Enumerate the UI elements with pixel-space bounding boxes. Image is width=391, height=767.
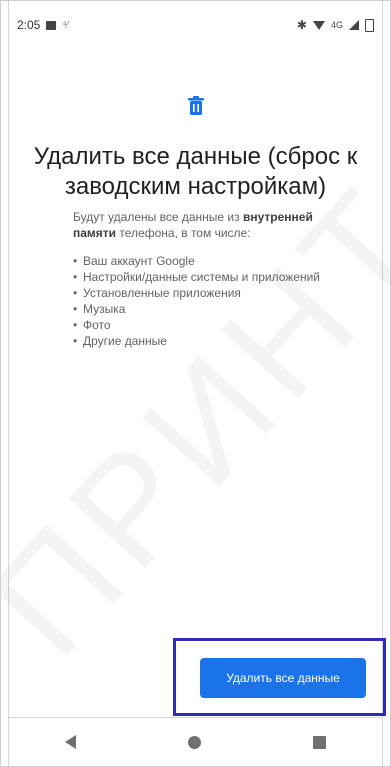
list-item: • Фото (73, 318, 111, 332)
data-list: • Ваш аккаунт Google • Настройки/данные си… (73, 253, 333, 349)
status-bar: 2:05 ⁴⁄ ✱ 4G (9, 13, 382, 37)
description-block: Будут удалены все данные из внутренней п… (73, 209, 333, 349)
lte-label: 4G (330, 20, 343, 30)
list-item: • Настройки/данные системы и приложений (73, 270, 321, 284)
recent-apps-icon[interactable] (313, 735, 326, 749)
description: Будут удалены все данные из внутренней п… (73, 210, 313, 240)
list-item: • Другие данные (73, 334, 167, 348)
list-item: • Установленные приложения (73, 286, 241, 300)
bluetooth-icon: ✱ (296, 18, 307, 32)
list-item: • Ваш аккаунт Google (73, 254, 195, 268)
trash-icon (187, 96, 204, 115)
navigation-bar (9, 717, 382, 766)
wifi-icon (312, 20, 325, 30)
sim-icon: ⁴⁄ (62, 19, 69, 31)
reset-content: Удалить все данные (сброс к заводским на… (21, 96, 370, 202)
status-time: 2:05 (17, 18, 41, 32)
phone-screen: ПРИНТ 2:05 ⁴⁄ ✱ 4G Удалить все данные (с… (0, 0, 391, 767)
gallery-notification-icon (46, 20, 57, 30)
back-icon[interactable] (65, 735, 76, 749)
signal-icon (349, 20, 359, 30)
page-title: Удалить все данные (сброс к заводским на… (33, 143, 358, 200)
home-icon[interactable] (188, 735, 201, 749)
erase-all-data-button[interactable]: Удалить все данные (200, 658, 366, 698)
list-item: • Музыка (73, 302, 126, 316)
battery-icon (365, 18, 374, 32)
phone-edge-left (8, 1, 9, 766)
